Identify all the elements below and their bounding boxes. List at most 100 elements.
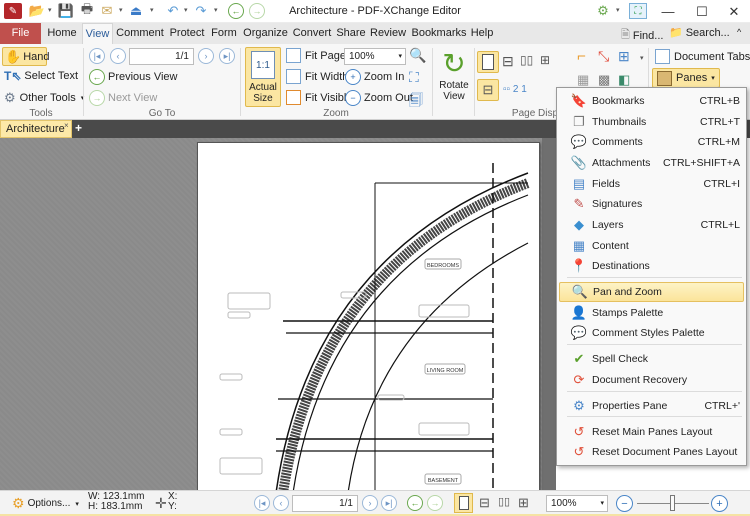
marquee-zoom-icon[interactable]: ⛶ <box>409 69 419 86</box>
sb-last-page-button[interactable]: ▸| <box>381 495 397 511</box>
menu-item-content[interactable]: ▦ Content <box>559 236 744 256</box>
tab-organize[interactable]: Organize <box>243 23 288 44</box>
sb-previous-page-button[interactable]: ‹ <box>273 495 289 511</box>
menu-item-destinations[interactable]: 📍 Destinations <box>559 256 744 276</box>
print-icon[interactable]: 🖶 <box>78 1 96 19</box>
document-tab-architecture[interactable]: Architecture <box>0 120 72 138</box>
sb-zoom-select[interactable]: 100% ▾ <box>546 495 608 512</box>
select-text-button[interactable]: T⇖ Select Text <box>4 69 78 83</box>
close-tab-icon[interactable]: × <box>64 121 69 130</box>
tab-help[interactable]: Help <box>469 23 495 44</box>
document-tabs-button[interactable]: Document Tabs ▾ <box>655 49 750 64</box>
sb-next-view-button[interactable]: → <box>427 495 443 511</box>
zoom-tool-icon[interactable]: 🔍 <box>409 47 426 64</box>
facing-pages-button[interactable]: ▯▯ <box>520 53 533 67</box>
continuous-page-button[interactable]: ⊟ <box>502 53 514 70</box>
menu-item-thumbnails[interactable]: ❐ Thumbnails CTRL+T <box>559 112 744 132</box>
customize-dropdown-icon[interactable]: ▾ <box>616 6 620 14</box>
measure-icon[interactable]: ⤡ <box>598 48 609 65</box>
menu-item-stamps-palette[interactable]: 👤 Stamps Palette <box>559 303 744 323</box>
sb-facing-button[interactable]: ▯▯ <box>498 495 510 508</box>
tab-protect[interactable]: Protect <box>168 23 206 44</box>
page-layout-buttons[interactable]: ▫▫ 2 1 <box>503 84 527 95</box>
sb-facing-continuous-button[interactable]: ⊞ <box>518 495 529 511</box>
redo-dropdown-icon[interactable]: ▾ <box>214 6 218 14</box>
minimize-button[interactable]: — <box>650 0 686 23</box>
undo-dropdown-icon[interactable]: ▾ <box>184 6 188 14</box>
menu-item-reset-main-panes-layout[interactable]: ↺ Reset Main Panes Layout <box>559 422 744 442</box>
find-button[interactable]: 🗎 Find... <box>621 26 663 45</box>
new-tab-icon[interactable]: + <box>75 121 82 135</box>
maximize-button[interactable]: ☐ <box>684 0 720 23</box>
sb-zoom-in-button[interactable]: + <box>711 495 728 512</box>
menu-item-layers[interactable]: ◆ Layers CTRL+L <box>559 215 744 235</box>
sb-zoom-out-button[interactable]: − <box>616 495 633 512</box>
guides-icon[interactable]: ⊞ <box>618 48 630 65</box>
menu-item-document-recovery[interactable]: ⟳ Document Recovery <box>559 370 744 390</box>
split-view-button[interactable]: ⊟ <box>477 79 499 101</box>
customize-ui-icon[interactable]: ⚙ <box>594 3 612 19</box>
actual-size-button[interactable]: 1:1 Actual Size <box>245 47 281 107</box>
open-folder-icon[interactable]: 📂 <box>28 3 46 19</box>
rulers-icon[interactable]: ⌐ <box>577 48 586 65</box>
fit-page-button[interactable]: Fit Page <box>286 48 346 63</box>
zoom-in-button[interactable]: + Zoom In <box>345 69 404 85</box>
scan-icon[interactable]: ⏏ <box>127 3 145 19</box>
menu-item-reset-document-panes-layout[interactable]: ↺ Reset Document Panes Layout <box>559 442 744 462</box>
sb-page-number-input[interactable]: 1/1 <box>292 495 358 512</box>
sb-first-page-button[interactable]: |◂ <box>254 495 270 511</box>
zoom-slider-thumb[interactable] <box>670 495 675 511</box>
tab-comment[interactable]: Comment <box>116 23 164 44</box>
app-logo-icon[interactable]: ✎ <box>4 3 22 19</box>
menu-item-signatures[interactable]: ✎ Signatures <box>559 194 744 214</box>
bookmark-color-icon[interactable]: ◧ <box>618 72 630 88</box>
menu-item-attachments[interactable]: 📎 Attachments CTRL+SHIFT+A <box>559 153 744 173</box>
fit-visible-button[interactable]: Fit Visible <box>286 90 352 105</box>
tab-home[interactable]: Home <box>45 23 79 44</box>
back-icon[interactable]: ← <box>227 3 245 19</box>
forward-icon[interactable]: → <box>248 3 266 19</box>
first-page-button[interactable]: |◂ <box>89 48 105 64</box>
tab-form[interactable]: Form <box>210 23 238 44</box>
fit-width-button[interactable]: Fit Width <box>286 69 348 84</box>
other-tools-button[interactable]: ⚙ Other Tools ▾ <box>4 90 84 106</box>
transparency-grid-icon[interactable]: ▩ <box>598 72 610 88</box>
menu-item-spell-check[interactable]: ✔ Spell Check <box>559 349 744 369</box>
tab-view[interactable]: View <box>82 23 113 44</box>
save-icon[interactable]: 💾 <box>57 3 75 19</box>
menu-item-pan-and-zoom[interactable]: 🔍 Pan and Zoom <box>559 282 744 302</box>
vertical-scrollbar[interactable] <box>542 138 556 490</box>
scan-dropdown-icon[interactable]: ▾ <box>150 6 154 14</box>
rotate-view-button[interactable]: ↻ Rotate View <box>436 48 472 102</box>
undo-icon[interactable]: ↶ <box>164 3 182 19</box>
guides-dropdown-icon[interactable]: ▾ <box>640 54 644 62</box>
collapse-ribbon-icon[interactable]: ^ <box>737 27 741 37</box>
last-page-button[interactable]: ▸| <box>219 48 235 64</box>
page-number-input[interactable]: 1/1 <box>129 48 194 65</box>
tab-share[interactable]: Share <box>336 23 366 44</box>
zoom-out-button[interactable]: − Zoom Out <box>345 90 413 106</box>
previous-page-button[interactable]: ‹ <box>110 48 126 64</box>
hand-tool-button[interactable]: ✋ Hand <box>2 47 49 66</box>
open-dropdown-icon[interactable]: ▾ <box>48 6 52 14</box>
tab-bookmarks[interactable]: Bookmarks <box>411 23 467 44</box>
tab-review[interactable]: Review <box>370 23 406 44</box>
next-page-button[interactable]: › <box>198 48 214 64</box>
sb-next-page-button[interactable]: › <box>362 495 378 511</box>
menu-item-properties-pane[interactable]: ⚙ Properties Pane CTRL+' <box>559 396 744 416</box>
close-button[interactable]: ✕ <box>716 0 750 23</box>
sb-previous-view-button[interactable]: ← <box>407 495 423 511</box>
search-button[interactable]: 📁 Search... <box>669 26 730 40</box>
previous-view-button[interactable]: ← Previous View <box>89 69 178 85</box>
options-button[interactable]: ⚙ Options... ▾ <box>12 495 79 512</box>
tab-convert[interactable]: Convert <box>292 23 332 44</box>
grid-icon[interactable]: ▦ <box>577 72 589 88</box>
email-icon[interactable]: ✉ <box>98 3 116 19</box>
tab-file[interactable]: File <box>0 23 41 44</box>
fullscreen-icon[interactable]: ⛶ <box>629 3 647 19</box>
facing-continuous-button[interactable]: ⊞ <box>540 53 550 67</box>
sb-single-page-button[interactable] <box>454 493 473 513</box>
single-page-button[interactable] <box>477 51 499 73</box>
email-dropdown-icon[interactable]: ▾ <box>119 6 123 14</box>
menu-item-comments[interactable]: 💬 Comments CTRL+M <box>559 132 744 152</box>
